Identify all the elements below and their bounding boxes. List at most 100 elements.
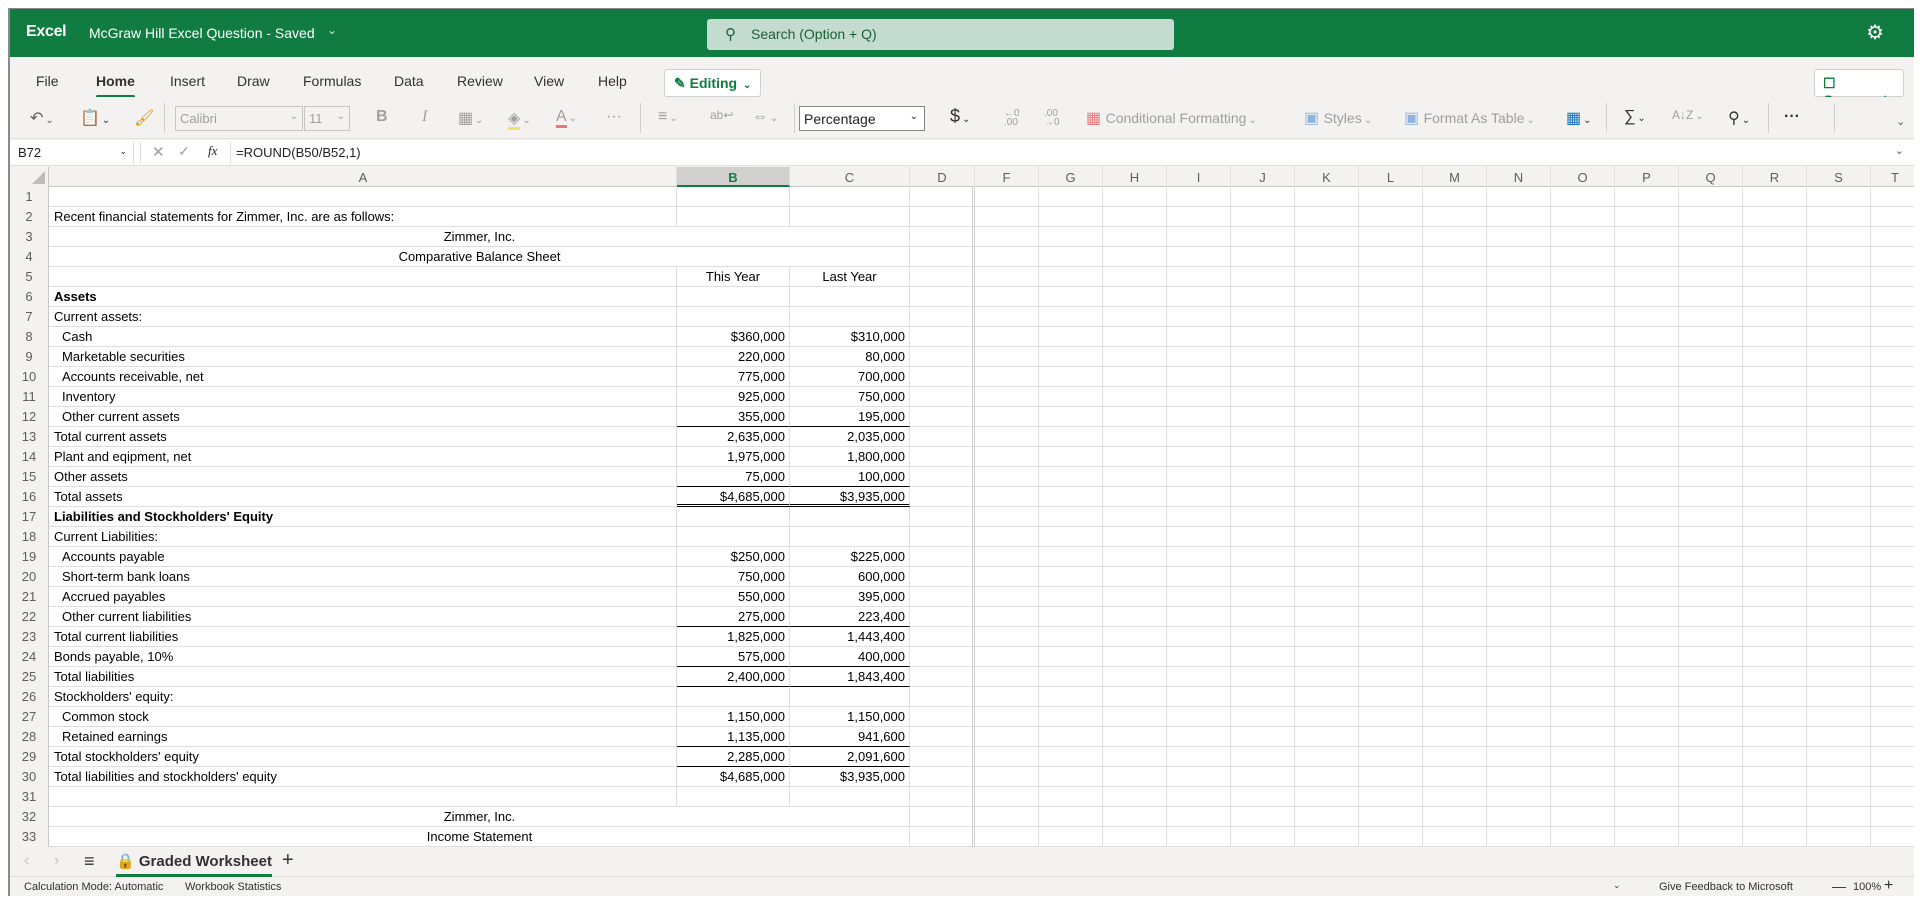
cell-b7[interactable] [677, 307, 790, 327]
cell-r15[interactable] [1743, 467, 1807, 487]
cell-a24[interactable]: Bonds payable, 10% [50, 647, 677, 667]
cell-p4[interactable] [1615, 247, 1679, 267]
cell-l23[interactable] [1359, 627, 1423, 647]
cell-o15[interactable] [1551, 467, 1615, 487]
tab-draw[interactable]: Draw [237, 73, 270, 89]
cell-f12[interactable] [975, 407, 1039, 427]
merge-center-button[interactable]: ⇔ ⌄ [752, 108, 778, 126]
column-header-d[interactable]: D [910, 167, 975, 187]
cell-f4[interactable] [975, 247, 1039, 267]
cell-o29[interactable] [1551, 747, 1615, 767]
cell-b25[interactable]: 2,400,000 [677, 666, 790, 687]
cell-t30[interactable] [1871, 767, 1914, 787]
cell-n1[interactable] [1487, 187, 1551, 207]
cell-a25[interactable]: Total liabilities [50, 667, 677, 687]
cell-m30[interactable] [1423, 767, 1487, 787]
cell-l3[interactable] [1359, 227, 1423, 247]
cell-l6[interactable] [1359, 287, 1423, 307]
cell-f25[interactable] [975, 667, 1039, 687]
more-options-button[interactable]: ··· [1784, 108, 1800, 126]
expand-ribbon-icon[interactable]: ⌄ [1896, 115, 1905, 128]
cell-h6[interactable] [1103, 287, 1167, 307]
cell-b14[interactable]: 1,975,000 [677, 447, 790, 467]
cell-p13[interactable] [1615, 427, 1679, 447]
cell-h30[interactable] [1103, 767, 1167, 787]
cell-n31[interactable] [1487, 787, 1551, 807]
column-header-p[interactable]: P [1615, 167, 1679, 187]
column-header-t[interactable]: T [1871, 167, 1914, 187]
cell-o25[interactable] [1551, 667, 1615, 687]
cell-f6[interactable] [975, 287, 1039, 307]
cell-h27[interactable] [1103, 707, 1167, 727]
cell-h33[interactable] [1103, 827, 1167, 847]
cell-a8[interactable]: Cash [50, 327, 677, 347]
cell-l2[interactable] [1359, 207, 1423, 227]
cell-a3[interactable]: Zimmer, Inc. [50, 227, 910, 247]
cell-d14[interactable] [910, 447, 975, 467]
gear-icon[interactable]: ⚙ [1866, 20, 1884, 45]
cell-j31[interactable] [1231, 787, 1295, 807]
cell-c8[interactable]: $310,000 [790, 327, 910, 347]
cell-f17[interactable] [975, 507, 1039, 527]
cell-o4[interactable] [1551, 247, 1615, 267]
cell-r1[interactable] [1743, 187, 1807, 207]
cell-b10[interactable]: 775,000 [677, 367, 790, 387]
checkmark-icon[interactable]: ✓ [178, 143, 190, 160]
cell-k30[interactable] [1295, 767, 1359, 787]
cell-i15[interactable] [1167, 467, 1231, 487]
cell-b27[interactable]: 1,150,000 [677, 707, 790, 727]
cell-s31[interactable] [1807, 787, 1871, 807]
cell-m33[interactable] [1423, 827, 1487, 847]
cell-j21[interactable] [1231, 587, 1295, 607]
cell-p5[interactable] [1615, 267, 1679, 287]
cell-q30[interactable] [1679, 767, 1743, 787]
cell-i18[interactable] [1167, 527, 1231, 547]
cell-n26[interactable] [1487, 687, 1551, 707]
cell-l4[interactable] [1359, 247, 1423, 267]
cell-p33[interactable] [1615, 827, 1679, 847]
tab-data[interactable]: Data [394, 73, 424, 89]
cell-q29[interactable] [1679, 747, 1743, 767]
format-painter-button[interactable]: 🖌 [134, 108, 154, 128]
cell-g12[interactable] [1039, 407, 1103, 427]
cell-g22[interactable] [1039, 607, 1103, 627]
cell-q26[interactable] [1679, 687, 1743, 707]
cell-k9[interactable] [1295, 347, 1359, 367]
cell-f27[interactable] [975, 707, 1039, 727]
cell-d10[interactable] [910, 367, 975, 387]
cell-d9[interactable] [910, 347, 975, 367]
cell-m14[interactable] [1423, 447, 1487, 467]
cell-n15[interactable] [1487, 467, 1551, 487]
cell-o17[interactable] [1551, 507, 1615, 527]
column-header-o[interactable]: O [1551, 167, 1615, 187]
cell-a27[interactable]: Common stock [50, 707, 677, 727]
cell-d31[interactable] [910, 787, 975, 807]
cell-o20[interactable] [1551, 567, 1615, 587]
cell-s33[interactable] [1807, 827, 1871, 847]
cell-s11[interactable] [1807, 387, 1871, 407]
cell-a9[interactable]: Marketable securities [50, 347, 677, 367]
cell-p3[interactable] [1615, 227, 1679, 247]
undo-button[interactable]: ↶ ⌄ [30, 108, 54, 128]
cell-k23[interactable] [1295, 627, 1359, 647]
cell-k32[interactable] [1295, 807, 1359, 827]
row-header[interactable]: 21 [10, 587, 49, 607]
cell-a18[interactable]: Current Liabilities: [50, 527, 677, 547]
row-header[interactable]: 4 [10, 247, 49, 267]
cell-s4[interactable] [1807, 247, 1871, 267]
cell-b13[interactable]: 2,635,000 [677, 426, 790, 447]
cell-c13[interactable]: 2,035,000 [790, 426, 910, 447]
cell-b29[interactable]: 2,285,000 [677, 746, 790, 767]
spreadsheet-grid[interactable]: ABCDFGHIJKLMNOPQRST 1 2 Recent financial s… [10, 167, 1914, 847]
cell-k1[interactable] [1295, 187, 1359, 207]
cell-c15[interactable]: 100,000 [790, 467, 910, 487]
cell-b12[interactable]: 355,000 [677, 407, 790, 427]
insert-cells-button[interactable]: ▦ ⌄ [1566, 108, 1592, 128]
cell-h23[interactable] [1103, 627, 1167, 647]
cell-s1[interactable] [1807, 187, 1871, 207]
row-header[interactable]: 33 [10, 827, 49, 847]
cell-g29[interactable] [1039, 747, 1103, 767]
cell-a22[interactable]: Other current liabilities [50, 607, 677, 627]
cell-g25[interactable] [1039, 667, 1103, 687]
cell-a14[interactable]: Plant and eqipment, net [50, 447, 677, 467]
